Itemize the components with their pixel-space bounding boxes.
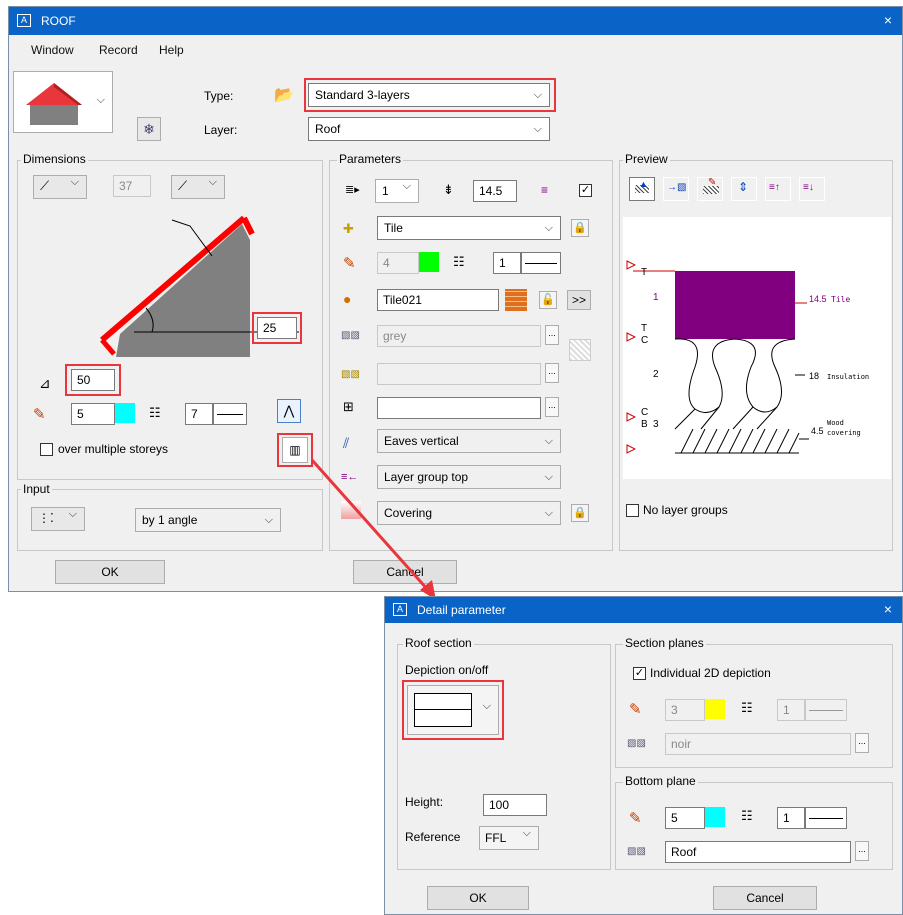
detail-title: Detail parameter	[417, 603, 506, 617]
bp-pen-color[interactable]	[705, 807, 725, 827]
reference-value: FFL	[485, 831, 507, 845]
bottom-plane-label: Bottom plane	[623, 774, 698, 788]
bp-hatch-field[interactable]: Roof	[665, 841, 851, 863]
depiction-highlight	[402, 680, 504, 740]
line-type-icon: ☷	[741, 700, 753, 715]
individual-2d-checkbox[interactable]: ✓	[633, 667, 646, 680]
sp-line-field[interactable]: 1	[777, 699, 805, 721]
roof-section-label: Roof section	[403, 636, 474, 650]
pen-icon: ✎	[629, 701, 642, 718]
close-icon[interactable]: ×	[884, 601, 892, 617]
section-planes-label: Section planes	[623, 636, 706, 650]
bp-pen-field[interactable]: 5	[665, 807, 705, 829]
app-icon: A	[393, 603, 407, 616]
height-field[interactable]: 100	[483, 794, 547, 816]
hatch-icon: ▧▧	[627, 738, 646, 749]
bp-line-field[interactable]: 1	[777, 807, 805, 829]
line-type-icon: ☷	[741, 808, 753, 823]
sp-hatch-browse[interactable]: ...	[855, 733, 869, 753]
hatch-icon: ▧▧	[627, 846, 646, 857]
sp-pen-color[interactable]	[705, 699, 725, 719]
sp-pen-field[interactable]: 3	[665, 699, 705, 721]
detail-title-bar: A Detail parameter ×	[385, 597, 902, 623]
reference-select[interactable]: FFL ⌵	[479, 826, 539, 850]
bp-hatch-browse[interactable]: ...	[855, 841, 869, 861]
pen-icon: ✎	[629, 810, 642, 827]
depiction-label: Depiction on/off	[405, 663, 489, 677]
detail-ok-button[interactable]: OK	[427, 886, 529, 910]
chevron-down-icon: ⌵	[522, 827, 531, 839]
individual-2d-label: Individual 2D depiction	[650, 666, 771, 680]
reference-label: Reference	[405, 830, 461, 844]
detail-parameter-dialog: A Detail parameter × Roof section Depict…	[384, 596, 903, 915]
detail-cancel-button[interactable]: Cancel	[713, 886, 817, 910]
height-label: Height:	[405, 795, 444, 809]
bp-line-style[interactable]	[805, 807, 847, 829]
sp-line-style[interactable]	[805, 699, 847, 721]
sp-hatch-field[interactable]: noir	[665, 733, 851, 755]
